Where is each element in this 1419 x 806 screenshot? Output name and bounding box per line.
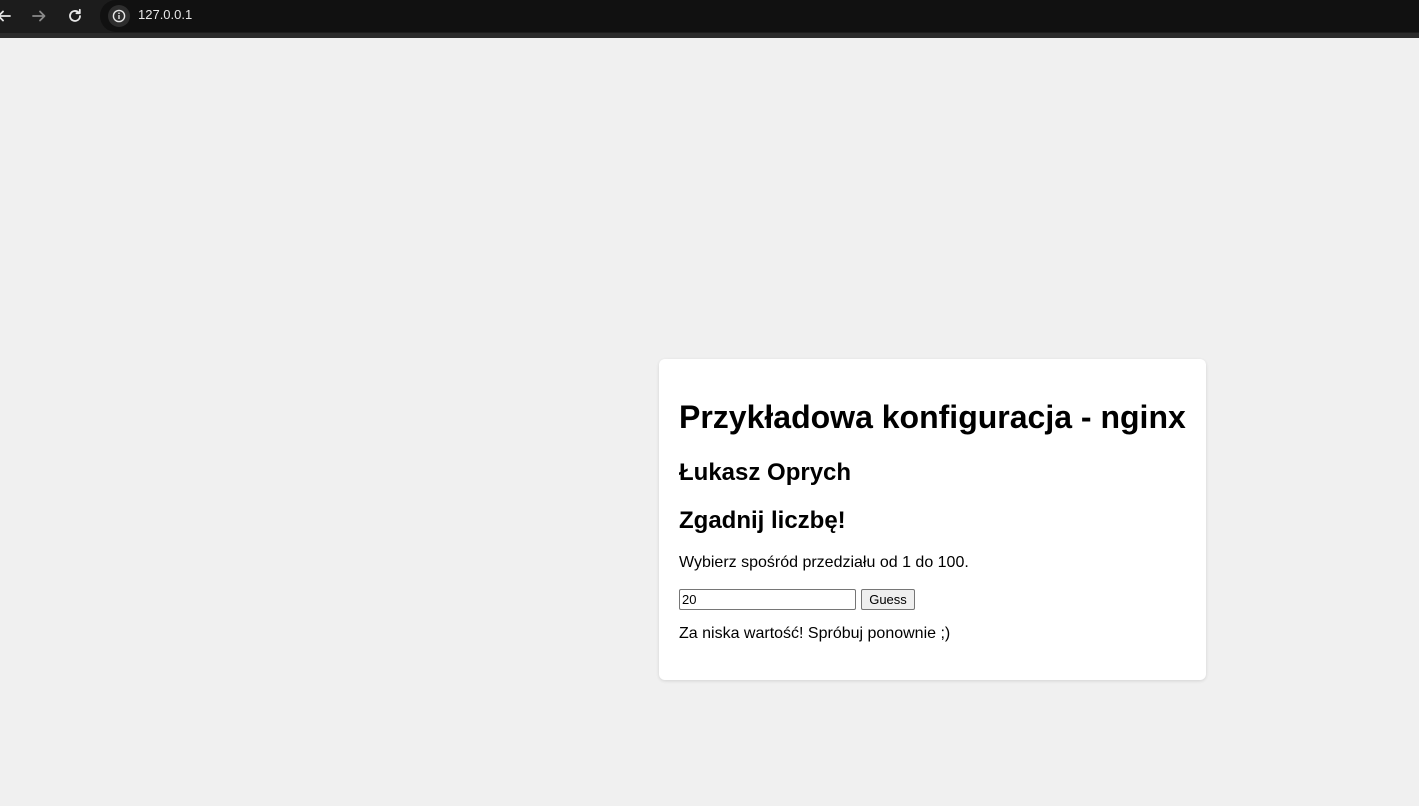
back-arrow-icon: [0, 10, 11, 22]
url-text[interactable]: 127.0.0.1: [138, 7, 192, 22]
forward-arrow-icon: [32, 10, 46, 22]
site-info-button[interactable]: [108, 5, 130, 27]
result-message: Za niska wartość! Spróbuj ponownie ;): [679, 625, 951, 642]
reload-button[interactable]: [62, 3, 88, 29]
forward-button[interactable]: [26, 3, 52, 29]
site-info-icon: [112, 9, 126, 23]
content-card: Przykładowa konfiguracja - nginx Łukasz …: [659, 359, 1206, 680]
reload-icon: [69, 8, 81, 22]
page-title: Przykładowa konfiguracja - nginx: [679, 399, 1186, 435]
game-heading: Zgadnij liczbę!: [679, 507, 846, 534]
instruction-text: Wybierz spośród przedziału od 1 do 100.: [679, 554, 969, 571]
back-button[interactable]: [0, 3, 17, 29]
address-bar[interactable]: 127.0.0.1: [100, 0, 1419, 32]
guess-input[interactable]: [679, 589, 856, 610]
author-name: Łukasz Oprych: [679, 459, 852, 486]
browser-toolbar: 127.0.0.1: [0, 0, 1419, 38]
guess-button[interactable]: Guess: [861, 589, 915, 610]
